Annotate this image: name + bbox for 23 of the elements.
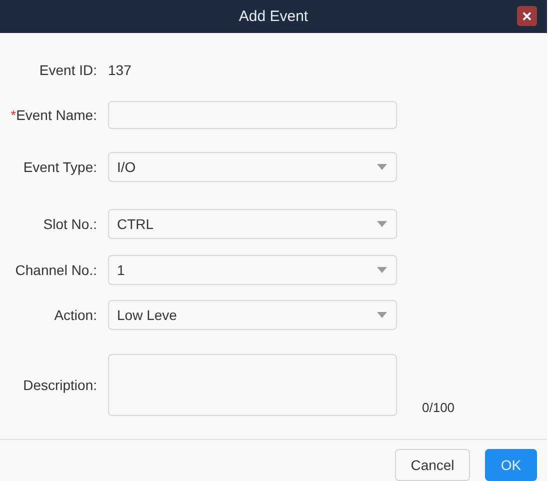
field-label: Description: xyxy=(23,377,97,393)
caret-icon xyxy=(377,164,387,170)
field-label: Event Name: xyxy=(16,107,97,123)
description-field[interactable] xyxy=(108,354,397,416)
dropdown[interactable]: 1 xyxy=(108,255,397,285)
field-value: 137 xyxy=(108,62,132,78)
required-mark: * xyxy=(10,107,16,123)
caret-icon xyxy=(377,267,387,273)
field-label: Slot No.: xyxy=(43,216,97,232)
dropdown[interactable]: I/O xyxy=(108,152,397,182)
window-title: Add Event xyxy=(238,8,308,25)
event-name-field[interactable] xyxy=(108,101,397,129)
field-label: Channel No.: xyxy=(15,262,97,278)
character-counter: 0/100 xyxy=(422,400,455,415)
field-label: Event Type: xyxy=(23,159,97,175)
field-label: Event ID: xyxy=(39,62,97,78)
dropdown[interactable]: Low Leve xyxy=(108,300,397,330)
dropdown[interactable]: CTRL xyxy=(108,209,397,239)
caret-icon xyxy=(377,221,387,227)
field-label: Action: xyxy=(54,307,97,323)
caret-icon xyxy=(377,312,387,318)
close-button[interactable]: ✕ xyxy=(517,6,537,26)
cancel-button[interactable]: Cancel xyxy=(395,449,470,481)
